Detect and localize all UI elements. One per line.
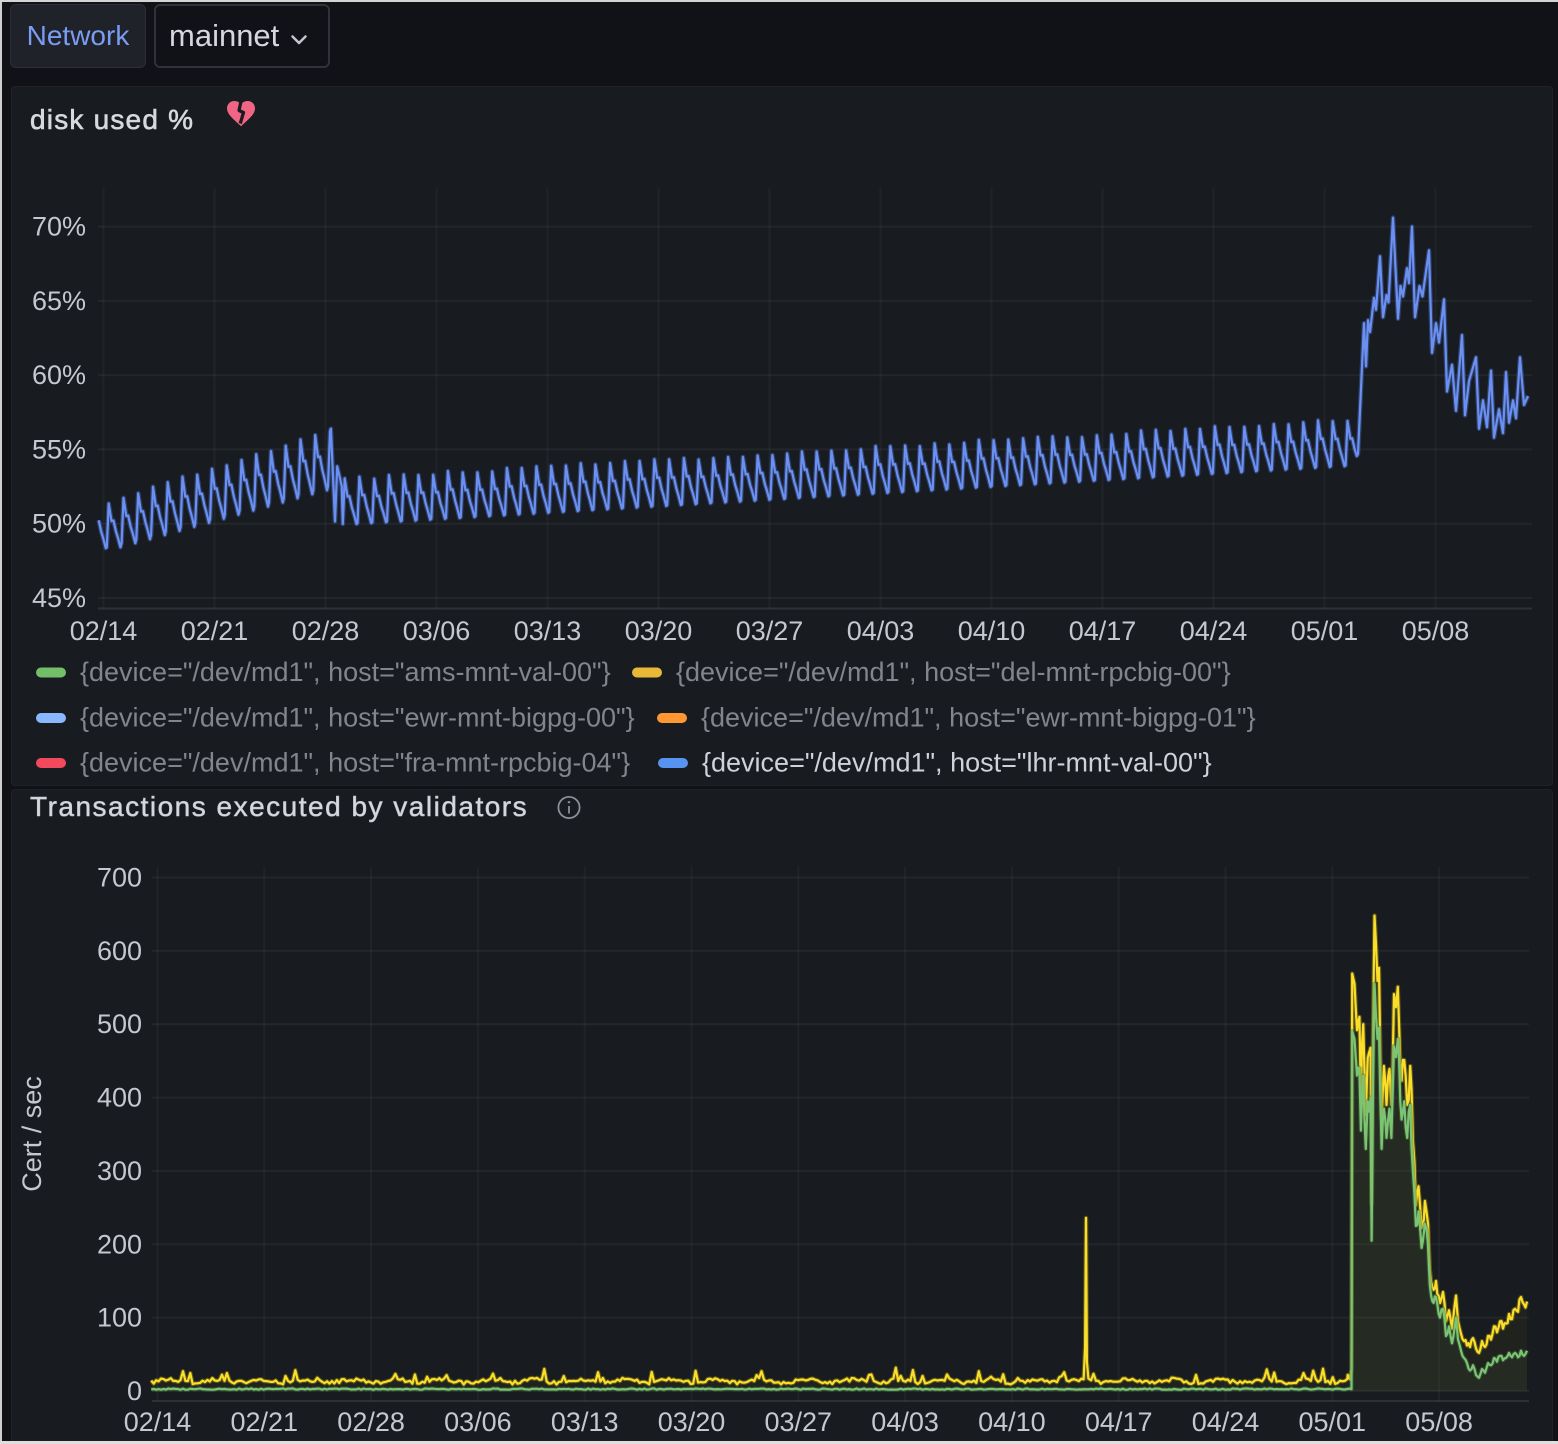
svg-text:65%: 65%	[32, 286, 86, 316]
svg-text:03/13: 03/13	[514, 616, 582, 646]
svg-text:02/14: 02/14	[124, 1407, 192, 1437]
svg-text:04/03: 04/03	[847, 616, 915, 646]
svg-text:05/08: 05/08	[1405, 1407, 1473, 1437]
svg-text:45%: 45%	[32, 583, 86, 613]
svg-text:100: 100	[97, 1303, 142, 1333]
svg-text:03/20: 03/20	[625, 616, 693, 646]
svg-text:03/06: 03/06	[403, 616, 471, 646]
svg-text:05/01: 05/01	[1299, 1407, 1367, 1437]
svg-text:70%: 70%	[32, 212, 86, 242]
svg-text:Cert / sec: Cert / sec	[17, 1076, 47, 1192]
svg-text:{device="/dev/md1", host="del-: {device="/dev/md1", host="del-mnt-rpcbig…	[676, 657, 1231, 687]
svg-text:500: 500	[97, 1009, 142, 1039]
svg-text:04/03: 04/03	[871, 1407, 939, 1437]
svg-text:05/08: 05/08	[1402, 616, 1470, 646]
svg-text:04/10: 04/10	[958, 616, 1026, 646]
svg-text:300: 300	[97, 1156, 142, 1186]
svg-text:55%: 55%	[32, 434, 86, 464]
svg-text:04/10: 04/10	[978, 1407, 1046, 1437]
svg-text:03/13: 03/13	[551, 1407, 619, 1437]
svg-text:Transactions executed by valid: Transactions executed by validators	[30, 791, 528, 822]
svg-text:600: 600	[97, 936, 142, 966]
svg-text:03/27: 03/27	[765, 1407, 833, 1437]
svg-text:400: 400	[97, 1083, 142, 1113]
svg-text:{device="/dev/md1", host="lhr-: {device="/dev/md1", host="lhr-mnt-val-00…	[702, 748, 1212, 778]
svg-text:04/17: 04/17	[1069, 616, 1137, 646]
svg-text:{device="/dev/md1", host="ams-: {device="/dev/md1", host="ams-mnt-val-00…	[80, 657, 611, 687]
svg-text:{device="/dev/md1", host="fra-: {device="/dev/md1", host="fra-mnt-rpcbig…	[80, 748, 630, 778]
svg-text:02/28: 02/28	[292, 616, 360, 646]
svg-text:02/28: 02/28	[337, 1407, 405, 1437]
svg-text:04/17: 04/17	[1085, 1407, 1153, 1437]
svg-text:50%: 50%	[32, 509, 86, 539]
svg-text:700: 700	[97, 863, 142, 893]
svg-text:60%: 60%	[32, 360, 86, 390]
svg-text:03/20: 03/20	[658, 1407, 726, 1437]
svg-text:{device="/dev/md1", host="ewr-: {device="/dev/md1", host="ewr-mnt-bigpg-…	[80, 703, 635, 733]
svg-text:03/06: 03/06	[444, 1407, 512, 1437]
svg-text:200: 200	[97, 1229, 142, 1259]
svg-text:03/27: 03/27	[736, 616, 804, 646]
svg-text:{device="/dev/md1", host="ewr-: {device="/dev/md1", host="ewr-mnt-bigpg-…	[701, 703, 1256, 733]
svg-text:02/21: 02/21	[181, 616, 249, 646]
svg-text:04/24: 04/24	[1180, 616, 1248, 646]
svg-text:0: 0	[127, 1376, 142, 1406]
svg-text:02/21: 02/21	[231, 1407, 299, 1437]
svg-text:05/01: 05/01	[1291, 616, 1359, 646]
svg-text:04/24: 04/24	[1192, 1407, 1260, 1437]
svg-text:disk used %: disk used %	[30, 104, 194, 135]
svg-text:02/14: 02/14	[70, 616, 138, 646]
